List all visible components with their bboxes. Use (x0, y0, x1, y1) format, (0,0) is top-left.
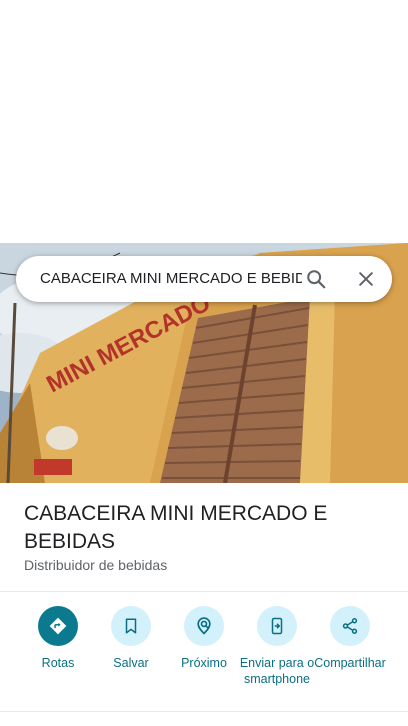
search-bar[interactable]: CABACEIRA MINI MERCADO E BEBIDAS (16, 256, 392, 302)
share-button[interactable]: Compartilhar (312, 606, 388, 671)
search-input[interactable]: CABACEIRA MINI MERCADO E BEBIDAS (40, 256, 302, 302)
search-icon (307, 270, 326, 289)
place-category[interactable]: Distribuidor de bebidas (24, 556, 167, 574)
search-button[interactable] (302, 265, 330, 293)
action-bar: Rotas Salvar Próximo Enviar para o smart… (0, 606, 408, 706)
bookmark-icon (125, 618, 137, 634)
close-icon (359, 272, 373, 286)
send-to-phone-icon (271, 617, 283, 635)
divider (0, 711, 408, 712)
save-button-circle[interactable] (111, 606, 151, 646)
directions-label: Rotas (41, 656, 75, 670)
send-to-phone-button[interactable]: Enviar para o smartphone (239, 606, 315, 687)
share-button-circle[interactable] (330, 606, 370, 646)
divider (0, 591, 408, 592)
directions-button[interactable]: Rotas (20, 606, 96, 671)
place-title: CABACEIRA MINI MERCADO E BEBIDAS (24, 502, 328, 553)
save-label: Salvar (113, 656, 149, 670)
share-label: Compartilhar (314, 656, 386, 670)
clear-search-button[interactable] (352, 265, 380, 293)
share-icon (342, 618, 358, 634)
save-button[interactable]: Salvar (93, 606, 169, 671)
directions-button-circle[interactable] (38, 606, 78, 646)
nearby-button-circle[interactable] (184, 606, 224, 646)
directions-icon (49, 617, 67, 635)
send-to-phone-button-circle[interactable] (257, 606, 297, 646)
nearby-icon (197, 617, 211, 635)
nearby-button[interactable]: Próximo (166, 606, 242, 671)
map-blank-area (0, 0, 408, 243)
nearby-label: Próximo (181, 656, 227, 670)
send-to-phone-label: Enviar para o smartphone (239, 656, 315, 686)
